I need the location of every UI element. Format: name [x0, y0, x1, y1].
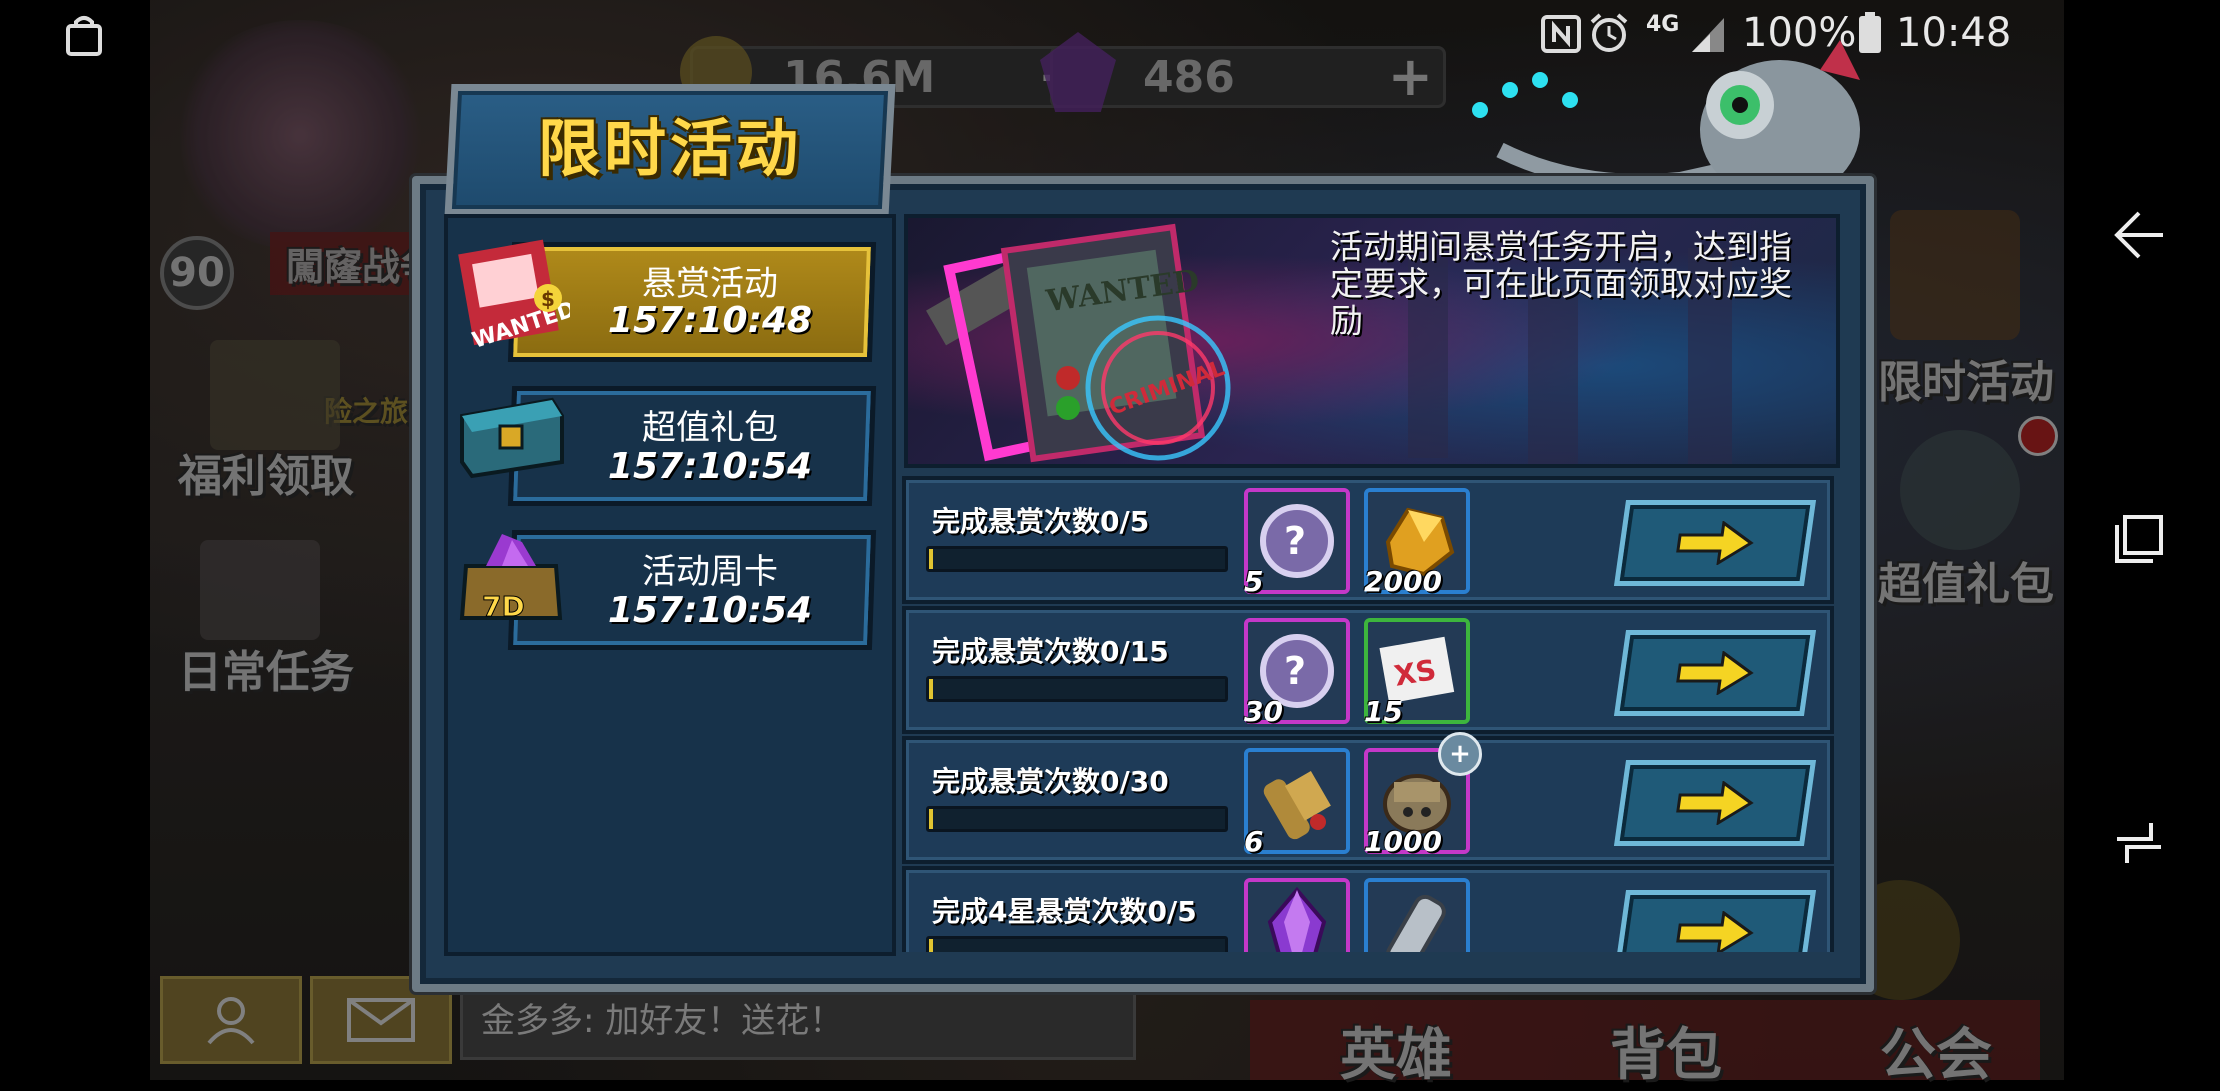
reward-item[interactable]: ? 30 [1244, 618, 1350, 728]
row-progress-bar [926, 676, 1228, 702]
home-switch-icon [2117, 823, 2161, 863]
arrow-right-icon [1676, 781, 1754, 825]
tab-weekly-card-timer: 157:10:54 [607, 590, 813, 631]
row-task-label: 完成悬赏次数0/15 [932, 635, 1169, 668]
battery-percent: 100% [1742, 10, 1857, 56]
gem-chest-icon: 7D [452, 520, 570, 638]
shopping-bag-icon [66, 16, 102, 56]
alarm-icon [1590, 13, 1628, 52]
arrow-right-icon [1676, 911, 1754, 952]
row-progress-fill [929, 939, 933, 952]
status-bar: 4G 100% 10:48 [0, 0, 2220, 70]
row-progress-bar [926, 546, 1228, 572]
fragment-badge-icon: + [1438, 732, 1482, 776]
svg-text:$: $ [541, 287, 555, 311]
reward-count: 2000 [1364, 565, 1442, 598]
go-button[interactable] [1613, 500, 1817, 586]
row-progress-fill [929, 679, 933, 699]
signal-icon [1692, 18, 1724, 52]
tab-weekly-card-label: 活动周卡 [642, 552, 778, 592]
tab-bounty-timer: 157:10:48 [607, 300, 813, 341]
row-task-label: 完成悬赏次数0/5 [932, 505, 1150, 538]
nfc-icon [1541, 15, 1581, 53]
reward-item[interactable]: ? 5 [1244, 488, 1350, 598]
friends-icon [207, 997, 255, 1045]
limited-event-icon [1890, 210, 2020, 340]
row-progress-fill [929, 549, 933, 569]
reward-item[interactable]: 6 [1244, 748, 1350, 858]
row-progress-fill [929, 809, 933, 829]
daily-task-icon [200, 540, 320, 640]
weekly-card-badge: 7D [482, 590, 525, 623]
nav-back-button[interactable] [2094, 190, 2184, 280]
level-value: 90 [169, 250, 225, 296]
reward-item[interactable] [1364, 878, 1470, 952]
tab-backpack-label: 背包 [1610, 1023, 1722, 1088]
menu-limited-event-label: 限时活动 [1878, 357, 2054, 408]
dialog-title: 限时活动 [537, 112, 802, 185]
friends-button[interactable] [160, 976, 302, 1064]
menu-welfare[interactable]: 福利领取 [178, 440, 354, 504]
tab-bounty-label: 悬赏活动 [642, 264, 778, 304]
tab-heroes-label: 英雄 [1340, 1023, 1452, 1088]
reward-count: 5 [1244, 565, 1264, 598]
network-type: 4G [1646, 12, 1680, 37]
tab-guild[interactable]: 公会 [1880, 1010, 1992, 1091]
mail-icon [347, 998, 415, 1042]
menu-daily-task[interactable]: 日常任务 [178, 636, 354, 700]
tab-value-pack-timer: 157:10:54 [607, 446, 813, 487]
menu-gift-pack[interactable]: 超值礼包 [1878, 548, 2054, 612]
back-arrow-icon [2114, 211, 2163, 259]
notification-dot [2018, 416, 2058, 456]
row-task-label: 完成4星悬赏次数0/5 [932, 895, 1197, 928]
reward-item[interactable]: 1000 + [1364, 732, 1482, 858]
reward-item[interactable] [1244, 878, 1350, 952]
tab-guild-label: 公会 [1880, 1023, 1992, 1088]
wanted-poster-icon: WANTED $ [452, 236, 579, 354]
tab-backpack[interactable]: 背包 [1610, 1010, 1722, 1091]
reward-item[interactable]: 2000 [1364, 488, 1470, 598]
recents-icon [2115, 515, 2163, 563]
android-nav-bar [2064, 0, 2220, 1080]
go-button[interactable] [1613, 890, 1817, 952]
reward-count: 30 [1244, 695, 1283, 728]
row-progress-bar [926, 936, 1228, 952]
reward-item[interactable]: XS 15 [1364, 618, 1470, 728]
menu-gift-pack-label: 超值礼包 [1878, 559, 2054, 610]
purple-crystal-icon [1267, 886, 1327, 952]
svg-text:?: ? [1284, 649, 1306, 693]
chat-message: 金多多: 加好友！送花！ [481, 1000, 844, 1041]
row-clip: 完成4星悬赏次数0/5 [902, 866, 1834, 952]
go-button[interactable] [1613, 760, 1817, 846]
go-button[interactable] [1613, 630, 1817, 716]
reward-count: 6 [1244, 825, 1264, 858]
clock: 10:48 [1896, 10, 2012, 56]
gift-pack-icon [1900, 430, 2020, 550]
tab-heroes[interactable]: 英雄 [1340, 1010, 1452, 1091]
battery-icon [1859, 12, 1881, 53]
welfare-chest-icon [210, 340, 340, 450]
treasure-chest-icon [452, 376, 570, 494]
level-badge: 90 [160, 236, 234, 310]
nav-home-button[interactable] [2094, 798, 2184, 888]
tab-value-pack-label: 超值礼包 [642, 408, 778, 448]
menu-daily-task-label: 日常任务 [178, 647, 354, 698]
reward-count: 15 [1364, 695, 1403, 728]
reward-count: 1000 [1364, 825, 1442, 858]
row-progress-bar [926, 806, 1228, 832]
silver-item-icon [1386, 894, 1446, 952]
nav-recents-button[interactable] [2094, 494, 2184, 584]
arrow-right-icon [1676, 651, 1754, 695]
event-description: 活动期间悬赏任务开启，达到指定要求，可在此页面领取对应奖励 [1330, 227, 1792, 340]
arrow-right-icon [1676, 521, 1754, 565]
menu-welfare-label: 福利领取 [178, 451, 354, 502]
menu-limited-event[interactable]: 限时活动 [1878, 346, 2054, 410]
svg-text:?: ? [1284, 519, 1306, 563]
row-task-label: 完成悬赏次数0/30 [932, 765, 1169, 798]
